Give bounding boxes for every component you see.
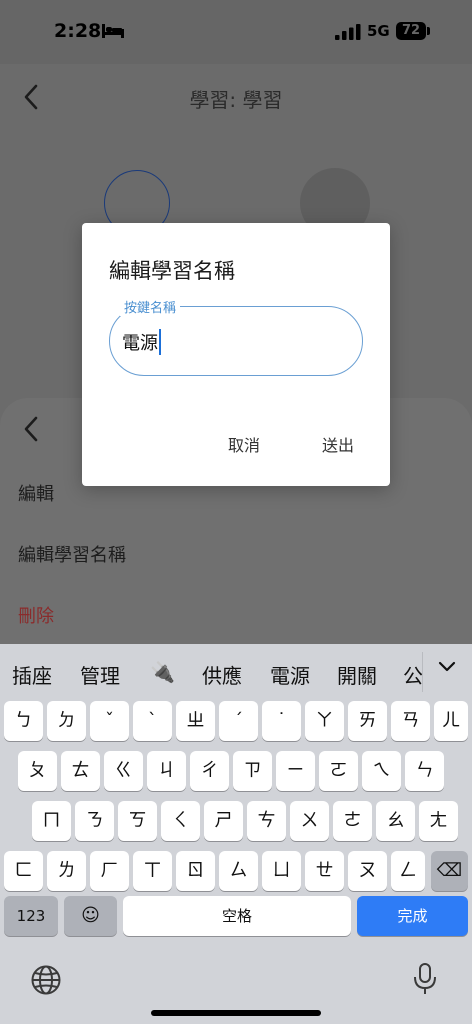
text-cursor: [159, 329, 161, 355]
key[interactable]: ㄍ: [104, 751, 143, 791]
key[interactable]: ˇ: [90, 701, 129, 741]
key[interactable]: ㄏ: [90, 851, 129, 891]
candidate-item[interactable]: 管理: [80, 660, 120, 689]
microphone-icon[interactable]: [412, 962, 438, 996]
emoji-key[interactable]: ☺: [64, 896, 117, 936]
key[interactable]: ㄟ: [362, 751, 401, 791]
key[interactable]: ㄋ: [75, 801, 114, 841]
chevron-down-icon[interactable]: [438, 660, 456, 674]
candidate-item[interactable]: 公: [403, 660, 423, 689]
top-bar: 學習: 學習: [0, 64, 472, 130]
cancel-button[interactable]: 取消: [228, 432, 260, 456]
key[interactable]: ㄎ: [118, 801, 157, 841]
key[interactable]: ㄡ: [348, 851, 387, 891]
candidate-bar: 插座 管理 🔌 供應 電源 開關 公: [0, 644, 472, 700]
dialog-title: 編輯學習名稱: [109, 259, 235, 283]
rename-dialog: 編輯學習名稱 按鍵名稱 取消 送出: [82, 223, 390, 486]
battery-icon: 72: [396, 22, 426, 40]
key[interactable]: ㄐ: [147, 751, 186, 791]
key[interactable]: ㄒ: [133, 851, 172, 891]
signal-icon: [335, 24, 361, 40]
key[interactable]: ˙: [262, 701, 301, 741]
key[interactable]: ˋ: [133, 701, 172, 741]
key[interactable]: ㄥ: [391, 851, 425, 891]
done-key[interactable]: 完成: [357, 896, 468, 936]
key[interactable]: ㄘ: [247, 801, 286, 841]
key[interactable]: ㄞ: [348, 701, 387, 741]
page-title: 學習: 學習: [189, 88, 283, 112]
key[interactable]: ㄩ: [262, 851, 301, 891]
key[interactable]: ㄇ: [32, 801, 71, 841]
candidate-item[interactable]: 開關: [337, 660, 377, 689]
candidate-item[interactable]: 供應: [202, 660, 242, 689]
status-bar: 2:28 5G 72: [0, 0, 472, 64]
key[interactable]: ㄉ: [47, 701, 86, 741]
key[interactable]: ㄌ: [47, 851, 86, 891]
plug-candidate[interactable]: 🔌: [150, 660, 175, 684]
status-time: 2:28: [54, 20, 102, 42]
sheet-back-icon[interactable]: [22, 416, 40, 442]
keyboard: 插座 管理 🔌 供應 電源 開關 公 ㄅ ㄉ ˇ ˋ ㄓ ˊ ˙ ㄚ ㄞ ㄢ ㄦ…: [0, 644, 472, 1024]
key[interactable]: ㄅ: [4, 701, 43, 741]
key-name-field[interactable]: 按鍵名稱: [109, 297, 363, 376]
space-key[interactable]: 空格: [123, 896, 351, 936]
key-name-input[interactable]: [122, 329, 342, 355]
key[interactable]: ㄓ: [176, 701, 215, 741]
battery-nub: [427, 27, 430, 35]
key[interactable]: ㄆ: [18, 751, 57, 791]
globe-icon[interactable]: [30, 964, 62, 996]
key[interactable]: ㄈ: [4, 851, 43, 891]
delete-key[interactable]: ⌫: [431, 851, 468, 891]
key[interactable]: ㄔ: [190, 751, 229, 791]
network-type: 5G: [367, 22, 390, 40]
key[interactable]: ㄨ: [290, 801, 329, 841]
divider: [422, 652, 423, 692]
key[interactable]: ㄗ: [233, 751, 272, 791]
submit-button[interactable]: 送出: [322, 432, 354, 456]
key[interactable]: ㄛ: [319, 751, 358, 791]
key[interactable]: ㄚ: [305, 701, 344, 741]
key[interactable]: ㄊ: [61, 751, 100, 791]
key[interactable]: ㄝ: [305, 851, 344, 891]
key[interactable]: ㄠ: [376, 801, 415, 841]
key[interactable]: ㄤ: [419, 801, 458, 841]
key[interactable]: ㄧ: [276, 751, 315, 791]
menu-item-edit[interactable]: 編輯: [18, 480, 54, 506]
key[interactable]: ㄕ: [204, 801, 243, 841]
sleep-focus-icon: [102, 24, 124, 38]
key[interactable]: ㄦ: [434, 701, 468, 741]
menu-item-rename[interactable]: 編輯學習名稱: [18, 541, 126, 567]
key[interactable]: ㄖ: [176, 851, 215, 891]
numbers-key[interactable]: 123: [4, 896, 58, 936]
field-label: 按鍵名稱: [120, 297, 181, 316]
candidate-item[interactable]: 電源: [270, 660, 310, 689]
key[interactable]: ㄜ: [333, 801, 372, 841]
key[interactable]: ㄢ: [391, 701, 430, 741]
key[interactable]: ㄙ: [219, 851, 258, 891]
key[interactable]: ˊ: [219, 701, 258, 741]
menu-item-delete[interactable]: 刪除: [18, 602, 54, 628]
key[interactable]: ㄑ: [161, 801, 200, 841]
candidate-item[interactable]: 插座: [12, 660, 52, 689]
home-indicator: [151, 1010, 321, 1016]
key[interactable]: ㄣ: [405, 751, 444, 791]
